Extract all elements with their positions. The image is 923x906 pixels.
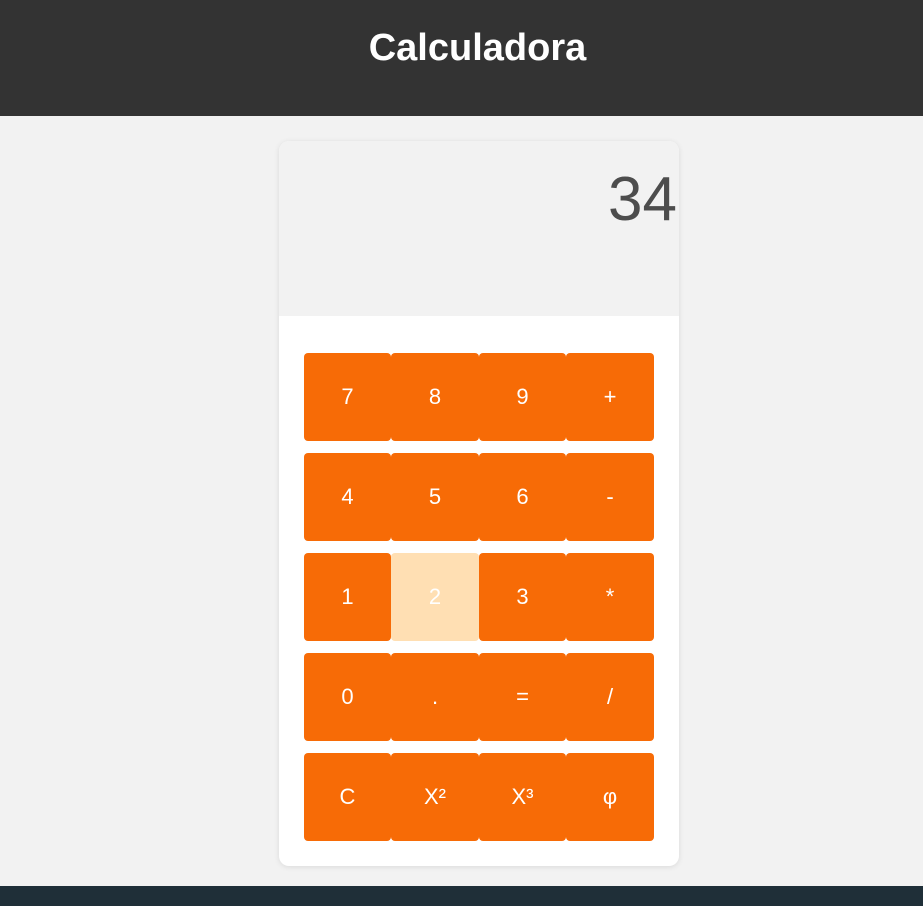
key-cube[interactable]: X³ (479, 753, 566, 841)
key-phi[interactable]: φ (566, 753, 654, 841)
key-clear[interactable]: C (304, 753, 391, 841)
key-0[interactable]: 0 (304, 653, 391, 741)
display-value: 34 (608, 165, 677, 234)
calculator-display: 34 (279, 141, 679, 316)
keypad: 7 8 9 + 4 5 6 - 1 2 3 * 0 . = / C X² X³ … (304, 353, 654, 841)
key-1[interactable]: 1 (304, 553, 391, 641)
calculator: 34 7 8 9 + 4 5 6 - 1 2 3 * 0 . = / C X² … (279, 141, 679, 866)
key-8[interactable]: 8 (391, 353, 479, 441)
key-4[interactable]: 4 (304, 453, 391, 541)
page-title: Calculadora (368, 26, 587, 69)
key-3[interactable]: 3 (479, 553, 566, 641)
key-minus[interactable]: - (566, 453, 654, 541)
key-plus[interactable]: + (566, 353, 654, 441)
key-2[interactable]: 2 (391, 553, 479, 641)
key-9[interactable]: 9 (479, 353, 566, 441)
key-5[interactable]: 5 (391, 453, 479, 541)
footer-bar (0, 886, 923, 906)
key-equals[interactable]: = (479, 653, 566, 741)
key-square[interactable]: X² (391, 753, 479, 841)
key-divide[interactable]: / (566, 653, 654, 741)
key-decimal[interactable]: . (391, 653, 479, 741)
key-multiply[interactable]: * (566, 553, 654, 641)
key-6[interactable]: 6 (479, 453, 566, 541)
app-header: Calculadora (0, 0, 923, 116)
key-7[interactable]: 7 (304, 353, 391, 441)
